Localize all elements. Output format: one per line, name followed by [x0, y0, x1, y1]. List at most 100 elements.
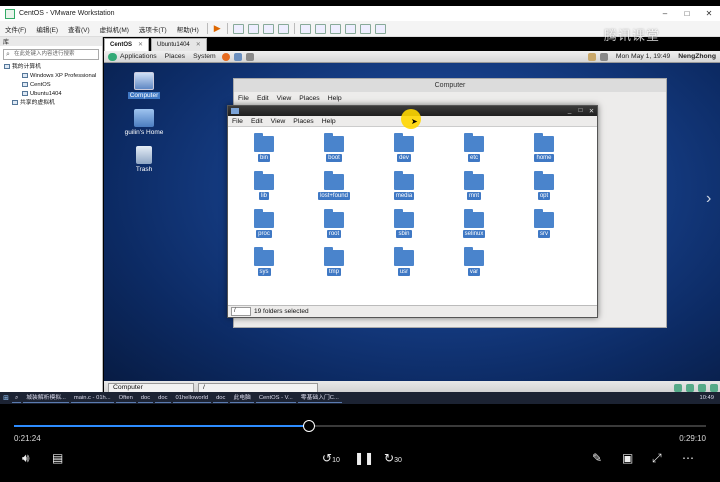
fullscreen-icon[interactable]: ⤢	[652, 451, 662, 466]
taskbar-clock[interactable]: 10:49	[699, 395, 714, 401]
show-library-icon[interactable]	[299, 23, 311, 34]
system-menu[interactable]: System	[193, 53, 216, 60]
stretch-icon[interactable]	[374, 23, 386, 34]
close-tab-icon[interactable]: ✕	[138, 42, 143, 48]
annotate-pen-icon[interactable]: ✎	[592, 451, 602, 465]
folder-item[interactable]: media	[374, 171, 434, 200]
menu-edit[interactable]: 编辑(E)	[31, 24, 63, 34]
front-menu-file[interactable]: File	[232, 118, 243, 125]
folder-item[interactable]: bin	[234, 133, 294, 162]
folder-item[interactable]: srv	[514, 209, 574, 238]
folder-item[interactable]: root	[304, 209, 364, 238]
start-icon[interactable]: ⊞	[0, 394, 12, 402]
guest-desktop[interactable]: Applications Places System Mon May 1, 19…	[104, 51, 720, 394]
volume-icon[interactable]: 🔊︎	[22, 451, 30, 466]
send-ctrl-alt-del-icon[interactable]	[232, 23, 244, 34]
tab-centos[interactable]: CentOS ✕	[104, 38, 150, 51]
vm-device-icon[interactable]	[698, 383, 706, 392]
minimize-button[interactable]: –	[654, 9, 676, 18]
email-icon[interactable]	[233, 52, 242, 61]
folder-item[interactable]: sys	[234, 247, 294, 276]
menu-file[interactable]: 文件(F)	[0, 24, 31, 34]
snapshot-icon[interactable]	[247, 23, 259, 34]
folder-item[interactable]: proc	[234, 209, 294, 238]
taskbar-item[interactable]: doc	[155, 393, 171, 403]
folder-item[interactable]: opt	[514, 171, 574, 200]
folder-item[interactable]: lib	[234, 171, 294, 200]
power-on-icon[interactable]: ▶	[214, 23, 221, 34]
back-menu-file[interactable]: File	[238, 95, 249, 102]
taskbar-item-root[interactable]: /	[198, 382, 318, 393]
vm-device-icon[interactable]	[710, 383, 718, 392]
taskbar-item[interactable]: 此电脑	[230, 393, 254, 403]
panel-username[interactable]: NengZhong	[678, 53, 716, 60]
window-maximize-button[interactable]: □	[575, 107, 586, 115]
close-tab-icon[interactable]: ✕	[196, 42, 201, 48]
tree-item-my-computer[interactable]: 我的计算机	[0, 63, 102, 72]
network-icon[interactable]	[587, 52, 596, 61]
taskbar-item[interactable]: CentOS - V...	[255, 393, 296, 403]
volume-icon[interactable]	[599, 52, 608, 61]
menu-tabs[interactable]: 选项卡(T)	[134, 24, 172, 34]
front-menu-edit[interactable]: Edit	[251, 118, 263, 125]
revert-snapshot-icon[interactable]	[262, 23, 274, 34]
folder-item[interactable]: var	[444, 247, 504, 276]
vm-device-icon[interactable]	[686, 383, 694, 392]
back-menu-help[interactable]: Help	[328, 95, 342, 102]
tab-ubuntu[interactable]: Ubuntu1404 ✕	[151, 38, 207, 51]
desktop-icon-trash[interactable]: Trash	[119, 146, 169, 173]
back-menu-view[interactable]: View	[277, 95, 292, 102]
folder-item[interactable]: selinux	[444, 209, 504, 238]
folder-item[interactable]: etc	[444, 133, 504, 162]
folder-item[interactable]: sbin	[374, 209, 434, 238]
front-menu-view[interactable]: View	[271, 118, 286, 125]
back-menu-edit[interactable]: Edit	[257, 95, 269, 102]
tree-item-centos[interactable]: CentOS	[0, 81, 102, 90]
firefox-icon[interactable]	[221, 52, 230, 61]
help-icon[interactable]	[245, 52, 254, 61]
front-menu-help[interactable]: Help	[322, 118, 336, 125]
applications-menu[interactable]: Applications	[108, 52, 157, 61]
folder-item[interactable]: dev	[374, 133, 434, 162]
places-menu[interactable]: Places	[165, 53, 185, 60]
library-search-input[interactable]: 在此处键入内容进行搜索	[3, 49, 99, 60]
taskbar-item[interactable]: doc	[213, 393, 229, 403]
tree-item-winxp[interactable]: Windows XP Professional	[0, 72, 102, 81]
folder-item[interactable]: tmp	[304, 247, 364, 276]
progress-knob[interactable]	[302, 420, 315, 432]
back-menu-places[interactable]: Places	[299, 95, 319, 102]
prev-arrow-icon[interactable]: ‹	[4, 190, 9, 208]
close-button[interactable]: ✕	[698, 9, 720, 18]
front-menu-places[interactable]: Places	[293, 118, 313, 125]
fullscreen-icon[interactable]	[329, 23, 341, 34]
menu-view[interactable]: 查看(V)	[63, 24, 95, 34]
window-close-button[interactable]: ✕	[586, 107, 597, 115]
rewind-button[interactable]: ↺10	[322, 451, 340, 465]
maximize-button[interactable]: □	[676, 9, 698, 18]
more-options-icon[interactable]: ⋯	[682, 451, 694, 465]
root-folder-window[interactable]: _ □ ✕ File Edit View Places Help bin boo…	[227, 105, 598, 318]
picture-in-picture-icon[interactable]: ▣	[622, 451, 633, 465]
tree-item-shared-vms[interactable]: 共享的虚拟机	[0, 99, 102, 108]
taskbar-item[interactable]: main.c - 01h...	[70, 393, 114, 403]
tree-item-ubuntu[interactable]: Ubuntu1404	[0, 90, 102, 99]
folder-item[interactable]: home	[514, 133, 574, 162]
taskbar-item[interactable]: 零基础入门C...	[297, 393, 342, 403]
folder-item[interactable]: usr	[374, 247, 434, 276]
vm-device-icon[interactable]	[674, 383, 682, 392]
taskbar-item[interactable]: 城装解析模拟...	[23, 393, 69, 403]
taskbar-item[interactable]: Often	[115, 393, 136, 403]
console-view-icon[interactable]	[359, 23, 371, 34]
menu-help[interactable]: 帮助(H)	[172, 24, 204, 34]
menu-vm[interactable]: 虚拟机(M)	[95, 24, 134, 34]
search-icon[interactable]: ⌕	[12, 393, 22, 403]
folder-item[interactable]: mnt	[444, 171, 504, 200]
taskbar-item[interactable]: 01helloworld	[172, 393, 212, 403]
unity-icon[interactable]	[344, 23, 356, 34]
progress-bar[interactable]	[14, 420, 706, 432]
window-minimize-button[interactable]: _	[564, 107, 575, 115]
subtitles-icon[interactable]: ▤	[52, 451, 63, 465]
desktop-icon-computer[interactable]: Computer	[119, 72, 169, 99]
snapshot-manager-icon[interactable]	[277, 23, 289, 34]
taskbar-item-computer[interactable]: Computer	[108, 382, 194, 393]
